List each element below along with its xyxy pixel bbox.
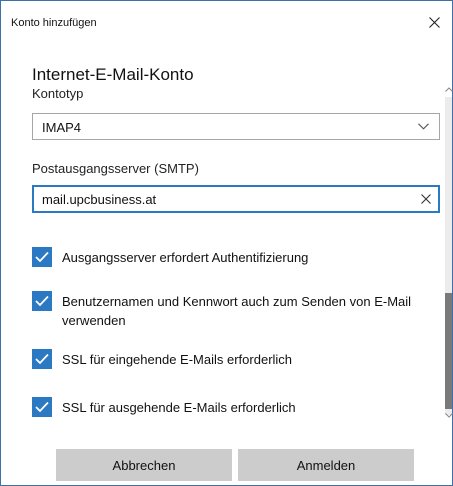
vertical-scrollbar[interactable] [443,85,453,421]
cancel-button[interactable]: Abbrechen [56,449,232,481]
form-scroll-area: Kontotyp IMAP4 Postausgangsserver (SMTP)… [1,85,453,425]
clear-icon[interactable] [421,194,431,204]
smtp-input[interactable] [34,187,404,211]
checkbox-label: SSL für eingehende E-Mails erforderlich [62,352,293,367]
checkbox-label: Ausgangsserver erfordert Authentifizieru… [62,250,309,265]
smtp-label: Postausgangsserver (SMTP) [32,161,199,176]
checkmark-icon [35,353,49,365]
ssl-incoming-checkbox[interactable]: SSL für eingehende E-Mails erforderlich [32,349,432,371]
checkbox-box [32,397,52,417]
page-title: Internet-E-Mail-Konto [32,65,194,84]
checkbox-box [32,247,52,267]
close-icon [428,16,440,28]
scrollbar-thumb[interactable] [445,293,452,409]
account-type-label: Kontotyp [32,86,84,101]
checkbox-box [32,291,52,311]
ssl-outgoing-checkbox[interactable]: SSL für ausgehende E-Mails erforderlich [32,397,432,419]
dialog-window: Konto hinzufügen Internet-E-Mail-Konto K… [0,0,453,486]
login-button[interactable]: Anmelden [238,449,414,481]
checkmark-icon [35,401,49,413]
auth-required-checkbox[interactable]: Ausgangsserver erfordert Authentifizieru… [32,247,432,269]
close-button[interactable] [422,10,446,34]
scroll-down-icon[interactable] [445,413,453,418]
chevron-down-icon [418,123,429,130]
dialog-title: Konto hinzufügen [11,17,97,29]
checkmark-icon [35,295,49,307]
checkbox-box [32,349,52,369]
checkbox-label: SSL für ausgehende E-Mails erforderlich [62,400,296,415]
checkbox-label: Benutzernamen und Kennwort auch zum Send… [62,294,412,328]
account-type-value: IMAP4 [42,120,82,135]
use-credentials-checkbox[interactable]: Benutzernamen und Kennwort auch zum Send… [32,291,432,333]
scroll-up-icon[interactable] [445,87,453,92]
smtp-input-wrapper [32,185,440,213]
checkmark-icon [35,251,49,263]
account-type-select[interactable]: IMAP4 [32,113,440,140]
